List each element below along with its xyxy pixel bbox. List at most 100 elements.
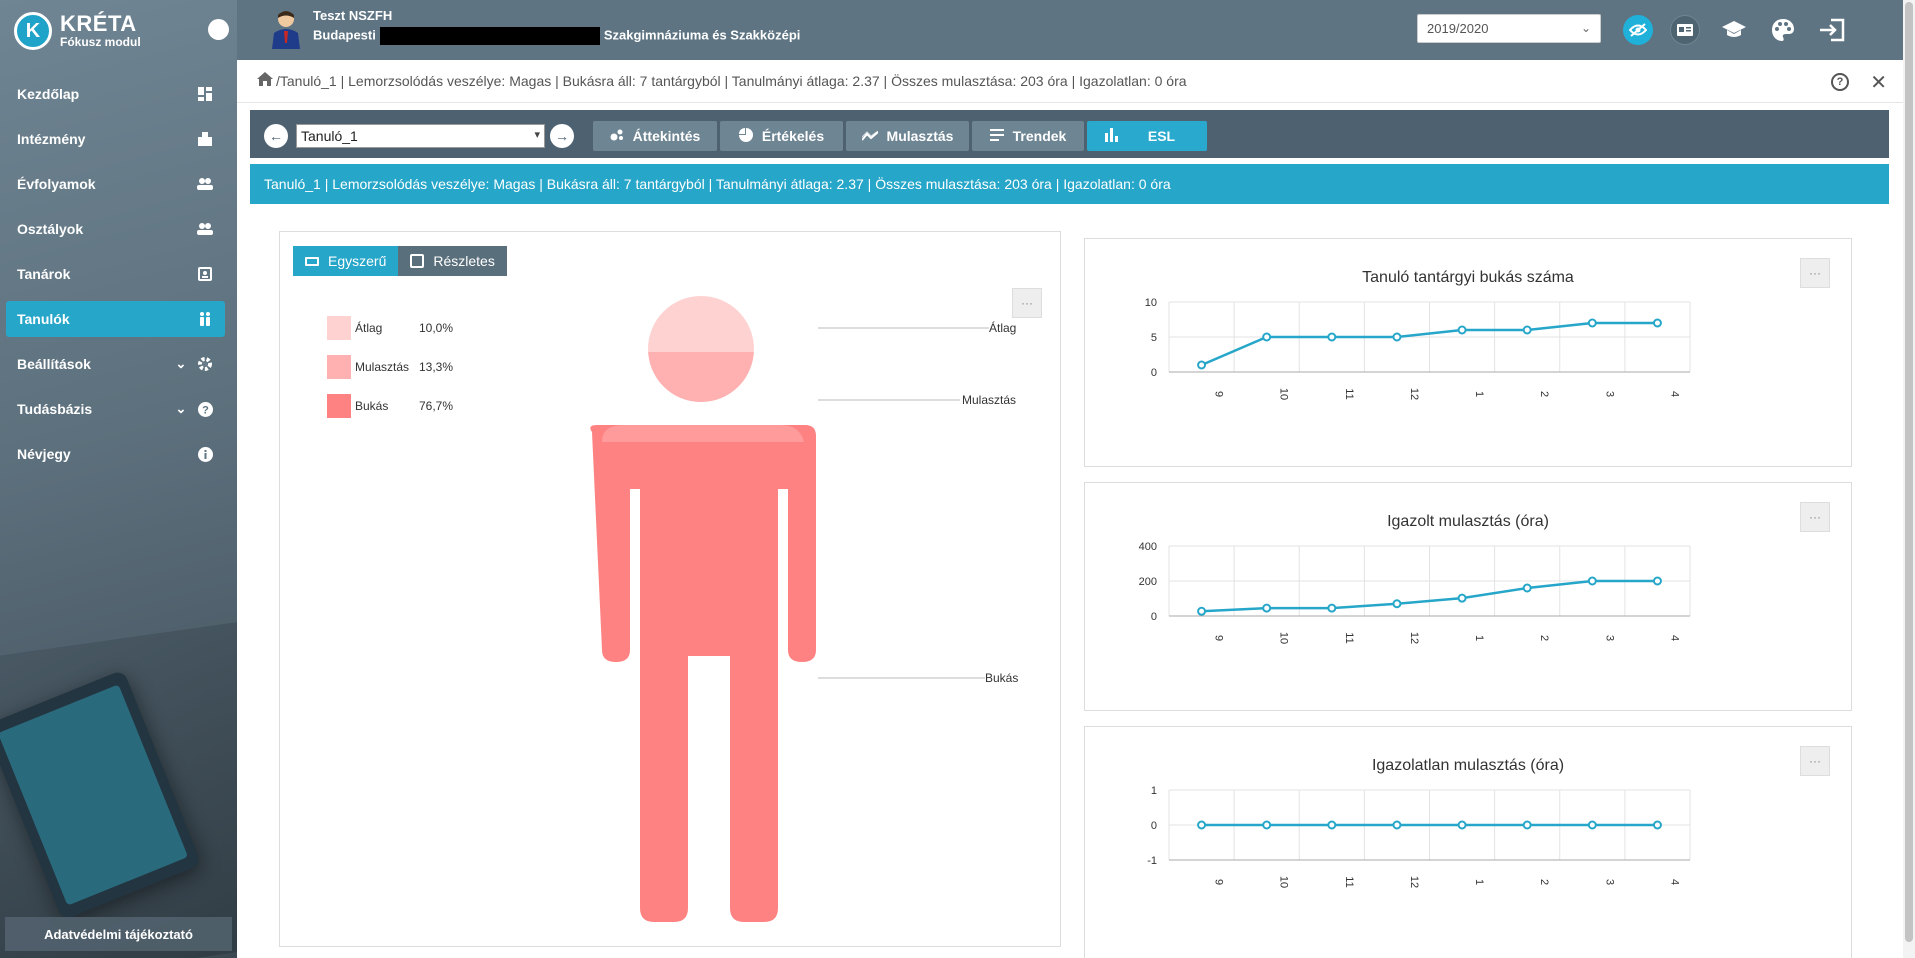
sidebar-item-label: Beállítások <box>17 356 91 372</box>
previous-student-button[interactable]: ← <box>264 124 288 148</box>
logo-title: KRÉTA <box>60 11 137 36</box>
sidebar-item-beallitasok[interactable]: Beállítások ⌄ <box>6 346 225 382</box>
person-figure <box>590 296 989 922</box>
data-point[interactable] <box>1392 820 1402 830</box>
student-select[interactable]: Tanuló_1 ▾ <box>296 124 545 148</box>
y-tick-label: 0 <box>1151 820 1157 832</box>
chart-panel-failures: Tanuló tantárgyi bukás száma ··· 0 5 10 9 10… <box>1084 238 1852 467</box>
tab-label: Trendek <box>1012 128 1067 144</box>
sidebar-item-label: Névjegy <box>17 446 71 462</box>
tab-label: Értékelés <box>761 128 825 144</box>
x-tick-label: 10 <box>1278 388 1290 400</box>
sidebar-toggle-button[interactable] <box>208 19 229 40</box>
sidebar-item-label: Évfolyamok <box>17 176 96 192</box>
data-point[interactable] <box>1587 318 1597 328</box>
sidebar-nav: Kezdőlap Intézmény Évfolyamok Osztályok … <box>6 76 225 481</box>
callout-bukas: Bukás <box>985 671 1019 685</box>
data-point[interactable] <box>1457 593 1467 603</box>
line-chart-failures: 05109 10 11 12 1 2 3 4 <box>1145 297 1691 400</box>
page-scrollbar[interactable] <box>1903 0 1915 958</box>
data-point[interactable] <box>1457 820 1467 830</box>
data-point[interactable] <box>1262 603 1272 613</box>
tab-label: Mulasztás <box>886 128 954 144</box>
data-point[interactable] <box>1522 325 1532 335</box>
palette-icon[interactable] <box>1768 15 1798 45</box>
data-point[interactable] <box>1392 332 1402 342</box>
scrollbar-thumb[interactable] <box>1905 2 1913 942</box>
graduation-cap-icon[interactable] <box>1719 15 1749 45</box>
logout-icon[interactable] <box>1817 15 1847 45</box>
trend-icon <box>860 129 879 144</box>
sidebar-item-tudasbazis[interactable]: Tudásbázis ⌄ ? <box>6 391 225 427</box>
data-point[interactable] <box>1392 599 1402 609</box>
data-point[interactable] <box>1327 603 1337 613</box>
list-icon <box>989 128 1004 144</box>
bar-chart-icon <box>1104 127 1119 145</box>
tab-ertekeles[interactable]: Értékelés <box>720 121 843 151</box>
data-point[interactable] <box>1197 606 1207 616</box>
sidebar-item-label: Intézmény <box>17 131 86 147</box>
x-tick-label: 4 <box>1668 879 1680 885</box>
sidebar-item-kezdolap[interactable]: Kezdőlap <box>6 76 225 112</box>
x-tick-label: 9 <box>1213 879 1225 885</box>
close-icon[interactable]: ✕ <box>1870 70 1887 95</box>
data-point[interactable] <box>1522 583 1532 593</box>
breadcrumb: /Tanuló_1 | Lemorzsolódás veszélye: Maga… <box>237 60 1903 103</box>
x-tick-label: 11 <box>1343 388 1355 399</box>
data-point[interactable] <box>1587 576 1597 586</box>
home-icon[interactable] <box>257 71 273 91</box>
data-point[interactable] <box>1652 576 1662 586</box>
sidebar-item-tanarok[interactable]: Tanárok <box>6 256 225 292</box>
sidebar-item-nevjegy[interactable]: Névjegy <box>6 436 225 472</box>
id-card-icon[interactable] <box>1670 15 1700 45</box>
sidebar-item-osztalyok[interactable]: Osztályok <box>6 211 225 247</box>
privacy-link[interactable]: Adatvédelmi tájékoztató <box>5 917 232 951</box>
x-tick-label: 2 <box>1538 879 1550 885</box>
tab-attekintes[interactable]: Áttekintés <box>593 121 717 151</box>
callout-mulasztas: Mulasztás <box>962 393 1017 407</box>
building-icon <box>197 131 213 147</box>
arrow-right-icon: → <box>555 128 569 144</box>
x-tick-label: 1 <box>1473 635 1485 641</box>
student-summary-strip: Tanuló_1 | Lemorzsolódás veszélye: Magas… <box>250 164 1889 204</box>
person-body <box>590 425 816 922</box>
gear-icon <box>197 356 213 372</box>
app-logo[interactable]: K KRÉTA Fókusz modul <box>14 12 141 50</box>
data-point[interactable] <box>1327 820 1337 830</box>
school-year-select[interactable]: 2019/2020 ⌄ <box>1417 14 1601 43</box>
avatar[interactable] <box>270 9 302 49</box>
sidebar: K KRÉTA Fókusz modul Kezdőlap Intézmény … <box>0 0 237 958</box>
tab-trendek[interactable]: Trendek <box>972 121 1084 151</box>
sidebar-item-evfolyamok[interactable]: Évfolyamok <box>6 166 225 202</box>
data-point[interactable] <box>1457 325 1467 335</box>
sidebar-item-label: Osztályok <box>17 221 84 237</box>
risk-figure-panel: Egyszerű Részletes Átlag 10,0% Mulasztás… <box>279 231 1061 947</box>
data-point[interactable] <box>1262 820 1272 830</box>
y-tick-label: 400 <box>1139 541 1157 553</box>
x-tick-label: 12 <box>1408 632 1420 644</box>
data-point[interactable] <box>1652 318 1662 328</box>
help-icon[interactable]: ? <box>1831 73 1849 91</box>
tab-mulasztas[interactable]: Mulasztás <box>846 121 969 151</box>
sidebar-item-label: Tanárok <box>17 266 71 282</box>
arrow-left-icon: ← <box>269 128 283 144</box>
tab-esl[interactable]: ESL <box>1087 121 1207 151</box>
y-tick-label: 10 <box>1145 297 1157 309</box>
sidebar-item-intezmeny[interactable]: Intézmény <box>6 121 225 157</box>
breadcrumb-text: /Tanuló_1 | Lemorzsolódás veszélye: Maga… <box>276 73 1187 89</box>
data-point[interactable] <box>1197 820 1207 830</box>
sidebar-item-tanulok[interactable]: Tanulók <box>6 301 225 337</box>
data-point[interactable] <box>1522 820 1532 830</box>
data-point[interactable] <box>1197 360 1207 370</box>
tab-label: ESL <box>1147 128 1176 144</box>
sidebar-item-label: Tudásbázis <box>17 401 93 417</box>
data-point[interactable] <box>1587 820 1597 830</box>
next-student-button[interactable]: → <box>550 124 574 148</box>
y-tick-label: 0 <box>1151 367 1157 379</box>
data-point[interactable] <box>1262 332 1272 342</box>
hide-data-icon[interactable] <box>1623 15 1653 45</box>
x-tick-label: 10 <box>1278 632 1290 644</box>
data-point[interactable] <box>1652 820 1662 830</box>
x-tick-label: 4 <box>1668 391 1680 397</box>
data-point[interactable] <box>1327 332 1337 342</box>
